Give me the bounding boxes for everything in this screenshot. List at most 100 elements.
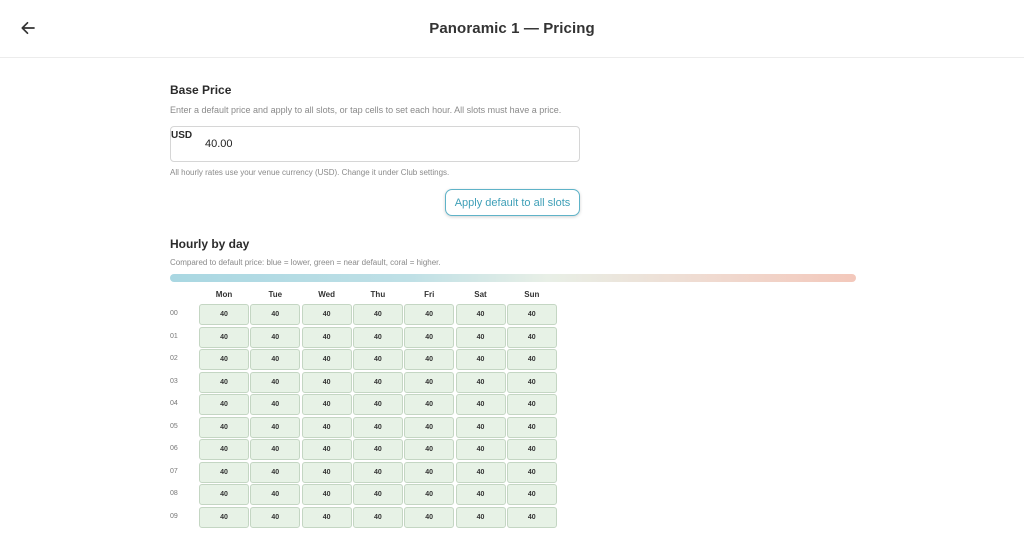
price-cell[interactable]: 40 — [404, 506, 455, 528]
price-cell[interactable]: 40 — [250, 461, 301, 483]
price-cell[interactable]: 40 — [199, 326, 249, 348]
price-cell[interactable]: 40 — [352, 461, 403, 483]
price-cell[interactable]: 40 — [250, 439, 301, 460]
hour-label: 07 — [170, 467, 178, 475]
price-cell[interactable]: 40 — [352, 439, 403, 460]
price-cell[interactable]: 40 — [455, 484, 506, 505]
price-cell[interactable]: 40 — [199, 484, 249, 505]
price-cell[interactable]: 40 — [301, 484, 352, 505]
price-cell[interactable]: 40 — [455, 371, 506, 393]
price-cell[interactable]: 40 — [352, 371, 403, 393]
currency-note: All hourly rates use your venue currency… — [170, 168, 450, 177]
hour-label: 08 — [170, 490, 178, 497]
price-cell[interactable]: 40 — [352, 394, 403, 415]
price-cell[interactable]: 40 — [352, 506, 403, 528]
price-cell[interactable]: 40 — [199, 506, 249, 528]
price-cell[interactable]: 40 — [506, 394, 557, 415]
price-cell[interactable]: 40 — [404, 416, 455, 438]
price-cell[interactable]: 40 — [506, 349, 557, 370]
price-cell[interactable]: 40 — [455, 439, 506, 460]
price-cell[interactable]: 40 — [199, 439, 249, 460]
price-cell[interactable]: 40 — [301, 326, 352, 348]
price-cell[interactable]: 40 — [250, 326, 301, 348]
price-cell[interactable]: 40 — [506, 439, 557, 460]
default-price-field[interactable]: USD — [170, 126, 580, 162]
price-cell[interactable]: 40 — [352, 326, 403, 348]
price-cell[interactable]: 40 — [506, 416, 557, 438]
hour-label: 05 — [170, 422, 178, 430]
price-cell[interactable]: 40 — [250, 394, 301, 415]
price-cell[interactable]: 40 — [455, 506, 506, 528]
hour-label: 04 — [170, 400, 178, 407]
pricing-screen: Panoramic 1 — Pricing Base Price Enter a… — [0, 0, 1024, 541]
day-header-tue: Tue — [268, 290, 283, 299]
price-cell[interactable]: 40 — [250, 506, 301, 528]
price-cell[interactable]: 40 — [455, 326, 506, 348]
price-cell[interactable]: 40 — [250, 371, 301, 393]
price-cell[interactable]: 40 — [199, 304, 249, 325]
price-cell[interactable]: 40 — [455, 461, 506, 483]
price-cell[interactable]: 40 — [506, 371, 557, 393]
price-cell[interactable]: 40 — [199, 349, 249, 370]
price-cell[interactable]: 40 — [404, 304, 455, 325]
day-header-sun: Sun — [524, 290, 540, 299]
price-cell[interactable]: 40 — [199, 371, 249, 393]
hour-label: 09 — [170, 512, 178, 520]
price-cell[interactable]: 40 — [250, 484, 301, 505]
hour-label: 01 — [170, 332, 178, 340]
price-cell[interactable]: 40 — [506, 326, 557, 348]
price-cell[interactable]: 40 — [301, 439, 352, 460]
price-cell[interactable]: 40 — [506, 461, 557, 483]
price-cell[interactable]: 40 — [199, 416, 249, 438]
top-bar: Panoramic 1 — Pricing — [0, 0, 1024, 58]
price-cell[interactable]: 40 — [352, 304, 403, 325]
day-header-wed: Wed — [318, 290, 335, 299]
price-cell[interactable]: 40 — [301, 461, 352, 483]
price-scale-bar — [170, 274, 856, 282]
page-title: Panoramic 1 — Pricing — [429, 20, 595, 37]
hourly-heading: Hourly by day — [170, 237, 250, 251]
day-header-thu: Thu — [370, 290, 386, 299]
price-cell[interactable]: 40 — [506, 304, 557, 325]
price-cell[interactable]: 40 — [301, 394, 352, 415]
price-cell[interactable]: 40 — [404, 349, 455, 370]
price-cell[interactable]: 40 — [404, 484, 455, 505]
price-cell[interactable]: 40 — [352, 349, 403, 370]
price-cell[interactable]: 40 — [404, 439, 455, 460]
base-price-heading: Base Price — [170, 83, 232, 97]
price-cell[interactable]: 40 — [455, 394, 506, 415]
price-cell[interactable]: 40 — [404, 461, 455, 483]
price-cell[interactable]: 40 — [250, 304, 301, 325]
price-cell[interactable]: 40 — [506, 484, 557, 505]
price-cell[interactable]: 40 — [352, 484, 403, 505]
price-cell[interactable]: 40 — [250, 416, 301, 438]
price-cell[interactable]: 40 — [352, 416, 403, 438]
back-button[interactable] — [14, 15, 42, 43]
hourly-legend-text: Compared to default price: blue = lower,… — [170, 258, 441, 267]
arrow-left-icon — [20, 20, 36, 39]
price-cell[interactable]: 40 — [455, 304, 506, 325]
price-cell[interactable]: 40 — [301, 304, 352, 325]
price-cell[interactable]: 40 — [404, 371, 455, 393]
hour-label: 00 — [170, 310, 178, 317]
default-price-input[interactable] — [205, 138, 505, 150]
price-cell[interactable]: 40 — [455, 416, 506, 438]
price-cell[interactable]: 40 — [301, 371, 352, 393]
base-price-description: Enter a default price and apply to all s… — [170, 105, 562, 115]
price-cell[interactable]: 40 — [301, 416, 352, 438]
hour-label: 03 — [170, 377, 178, 385]
price-cell[interactable]: 40 — [301, 506, 352, 528]
day-header-fri: Fri — [424, 290, 435, 299]
price-cell[interactable]: 40 — [404, 394, 455, 415]
price-cell[interactable]: 40 — [199, 394, 249, 415]
day-header-sat: Sat — [474, 290, 487, 299]
price-cell[interactable]: 40 — [455, 349, 506, 370]
price-cell[interactable]: 40 — [404, 326, 455, 348]
apply-default-button[interactable]: Apply default to all slots — [445, 189, 580, 216]
hour-label: 02 — [170, 355, 178, 362]
day-header-mon: Mon — [215, 290, 233, 299]
price-cell[interactable]: 40 — [301, 349, 352, 370]
price-cell[interactable]: 40 — [506, 506, 557, 528]
price-cell[interactable]: 40 — [199, 461, 249, 483]
price-cell[interactable]: 40 — [250, 349, 301, 370]
